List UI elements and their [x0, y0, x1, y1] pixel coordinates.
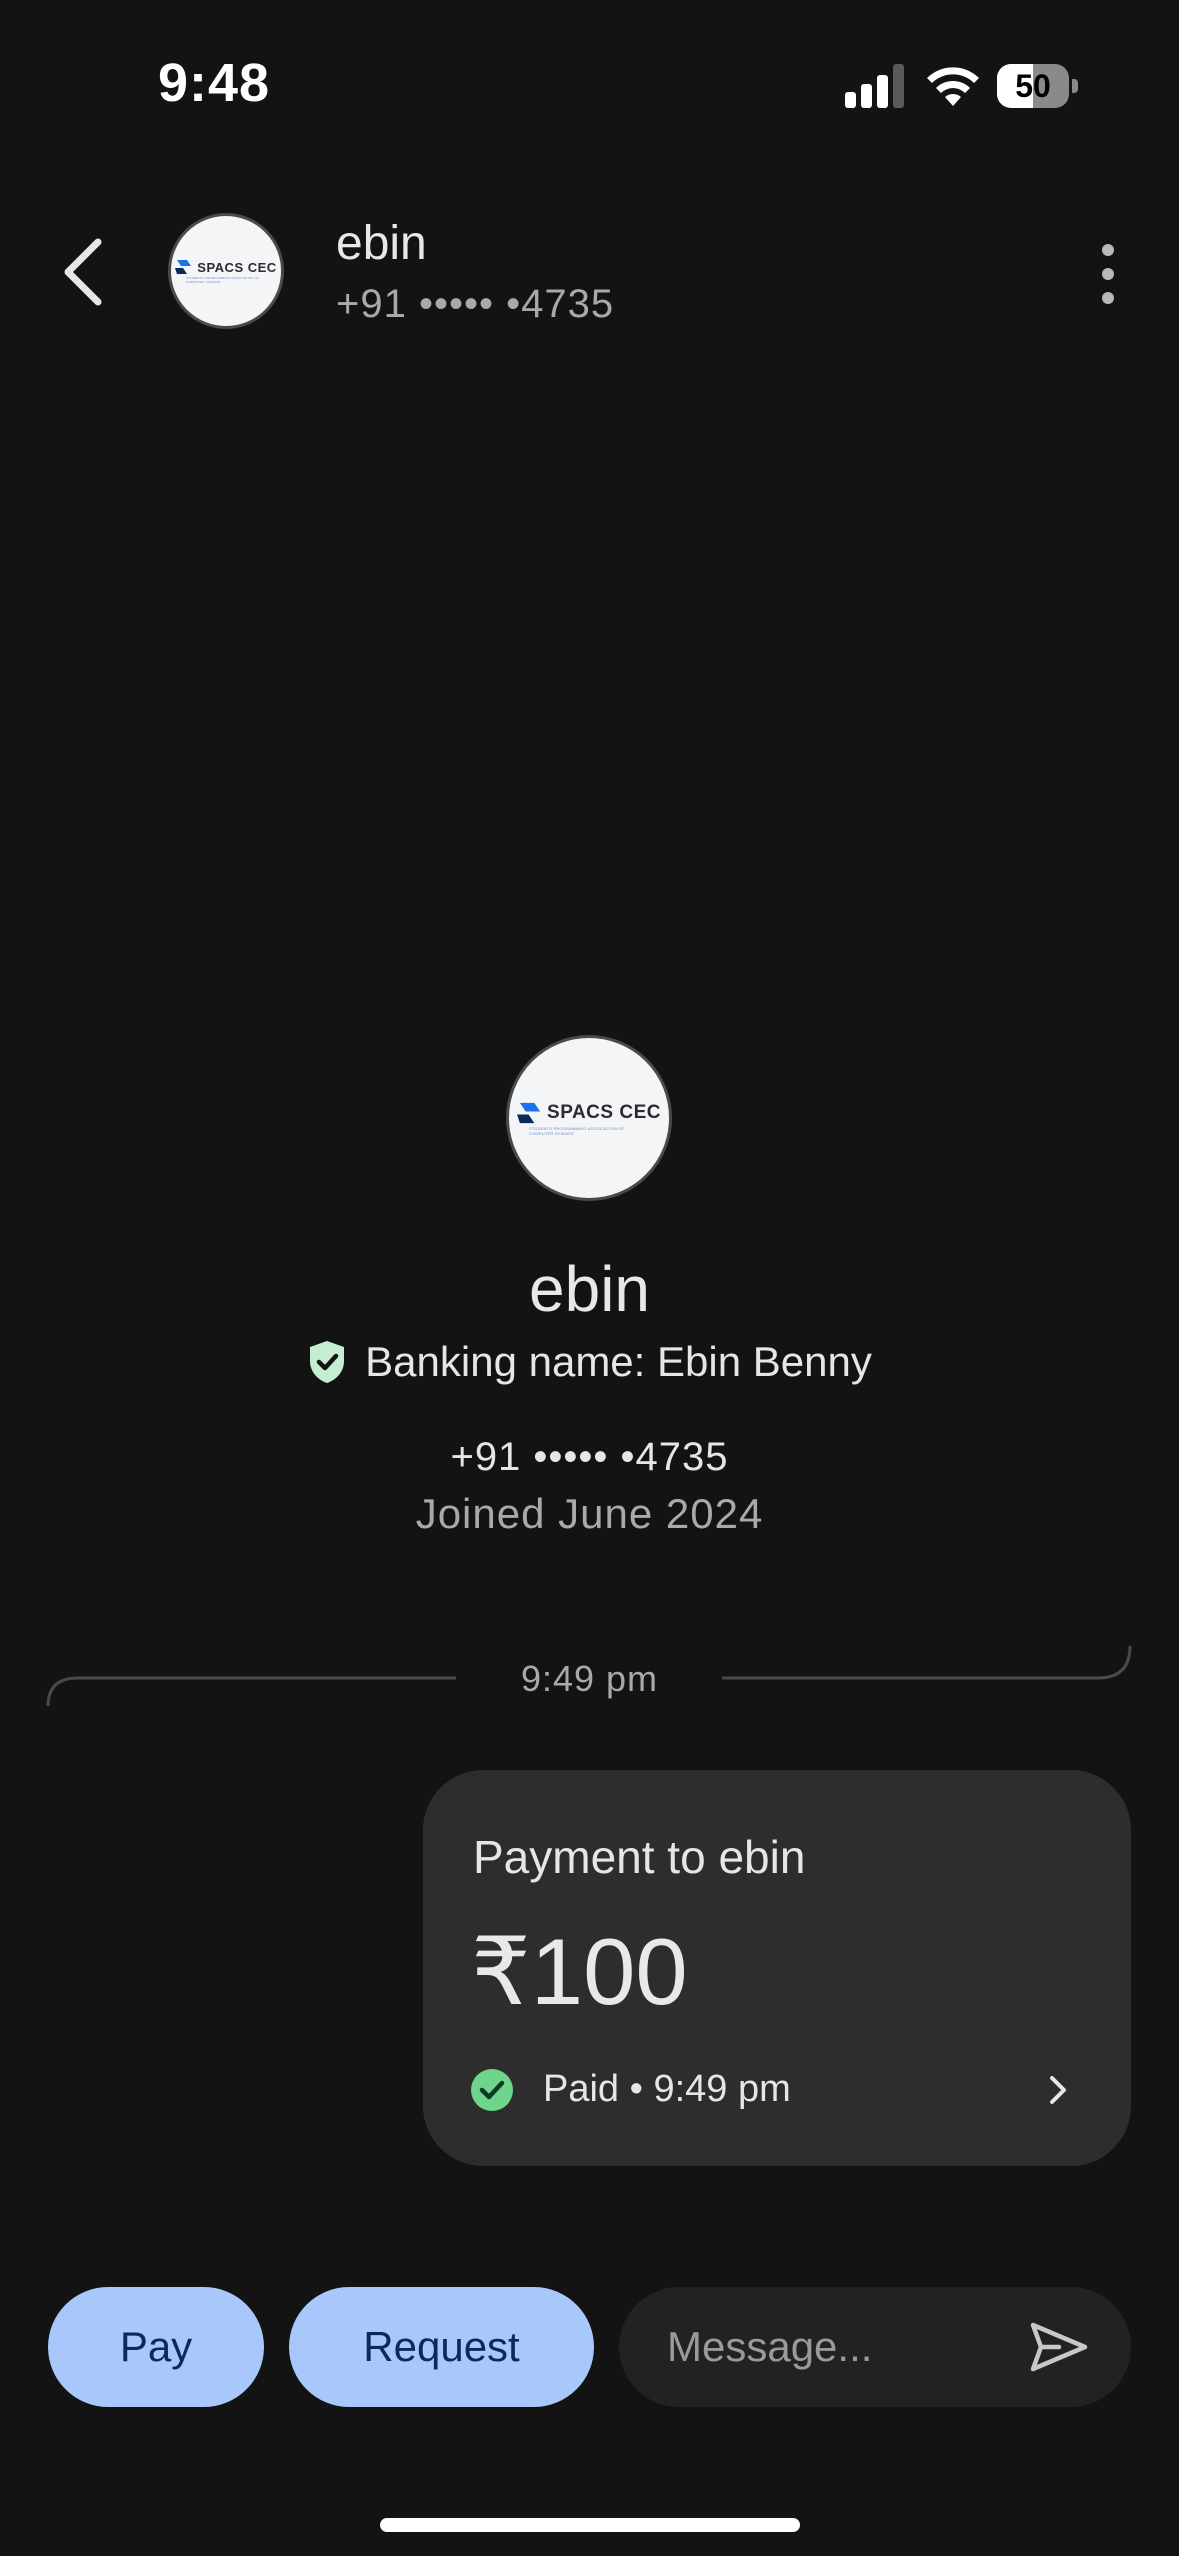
profile-phone: +91 ••••• •4735 [450, 1435, 729, 1479]
home-indicator [380, 2518, 800, 2532]
chevron-right-icon[interactable] [1043, 2070, 1073, 2110]
payment-title: Payment to ebin [473, 1831, 806, 1883]
logo-subtitle: STUDENTS PROGRAMMING ASSOCIATION OF COMP… [528, 1126, 625, 1136]
message-input[interactable] [667, 2287, 997, 2407]
logo-title: SPACS CEC [197, 259, 277, 275]
header-phone: +91 ••••• •4735 [336, 282, 615, 326]
verified-shield-icon [310, 1341, 345, 1383]
spacs-logo-large: SPACS CEC STUDENTS PROGRAMMING ASSOCIATI… [517, 1100, 661, 1136]
payment-status: Paid • 9:49 pm [471, 2068, 791, 2111]
wifi-icon [927, 67, 979, 106]
logo-title: SPACS CEC [547, 1102, 661, 1123]
payment-amount: ₹100 [471, 1919, 688, 2024]
send-icon[interactable] [1029, 2317, 1089, 2377]
check-circle-icon [471, 2068, 513, 2111]
logo-subtitle: STUDENTS PROGRAMMING ASSOCIATION OF COMP… [185, 276, 260, 284]
message-box[interactable] [619, 2287, 1131, 2407]
header-name[interactable]: ebin [336, 216, 427, 271]
signal-icon [845, 64, 904, 108]
banking-name-row: Banking name: Ebin Benny [0, 1338, 1179, 1386]
avatar[interactable]: SPACS CEC STUDENTS PROGRAMMING ASSOCIATI… [168, 213, 284, 329]
battery-level: 50 [1015, 68, 1051, 104]
profile-avatar: SPACS CEC STUDENTS PROGRAMMING ASSOCIATI… [506, 1035, 672, 1201]
paid-status-text: Paid • 9:49 pm [543, 2068, 791, 2110]
profile-name: ebin [529, 1253, 650, 1325]
logo-mark-icon [175, 260, 192, 274]
request-button[interactable]: Request [289, 2287, 594, 2407]
battery-icon: 50 [997, 64, 1078, 108]
pay-button[interactable]: Pay [48, 2287, 264, 2407]
profile-joined: Joined June 2024 [415, 1490, 764, 1537]
status-time: 9:48 [158, 53, 271, 113]
divider-time: 9:49 pm [520, 1658, 659, 1699]
logo-mark-icon [517, 1102, 541, 1124]
more-vert-icon[interactable] [1090, 238, 1126, 310]
spacs-logo: SPACS CEC STUDENTS PROGRAMMING ASSOCIATI… [175, 258, 276, 284]
banking-name: Banking name: Ebin Benny [365, 1338, 872, 1385]
payment-card[interactable]: Payment to ebin ₹100 Paid • 9:49 pm [423, 1770, 1131, 2166]
back-arrow-icon[interactable] [52, 228, 116, 316]
